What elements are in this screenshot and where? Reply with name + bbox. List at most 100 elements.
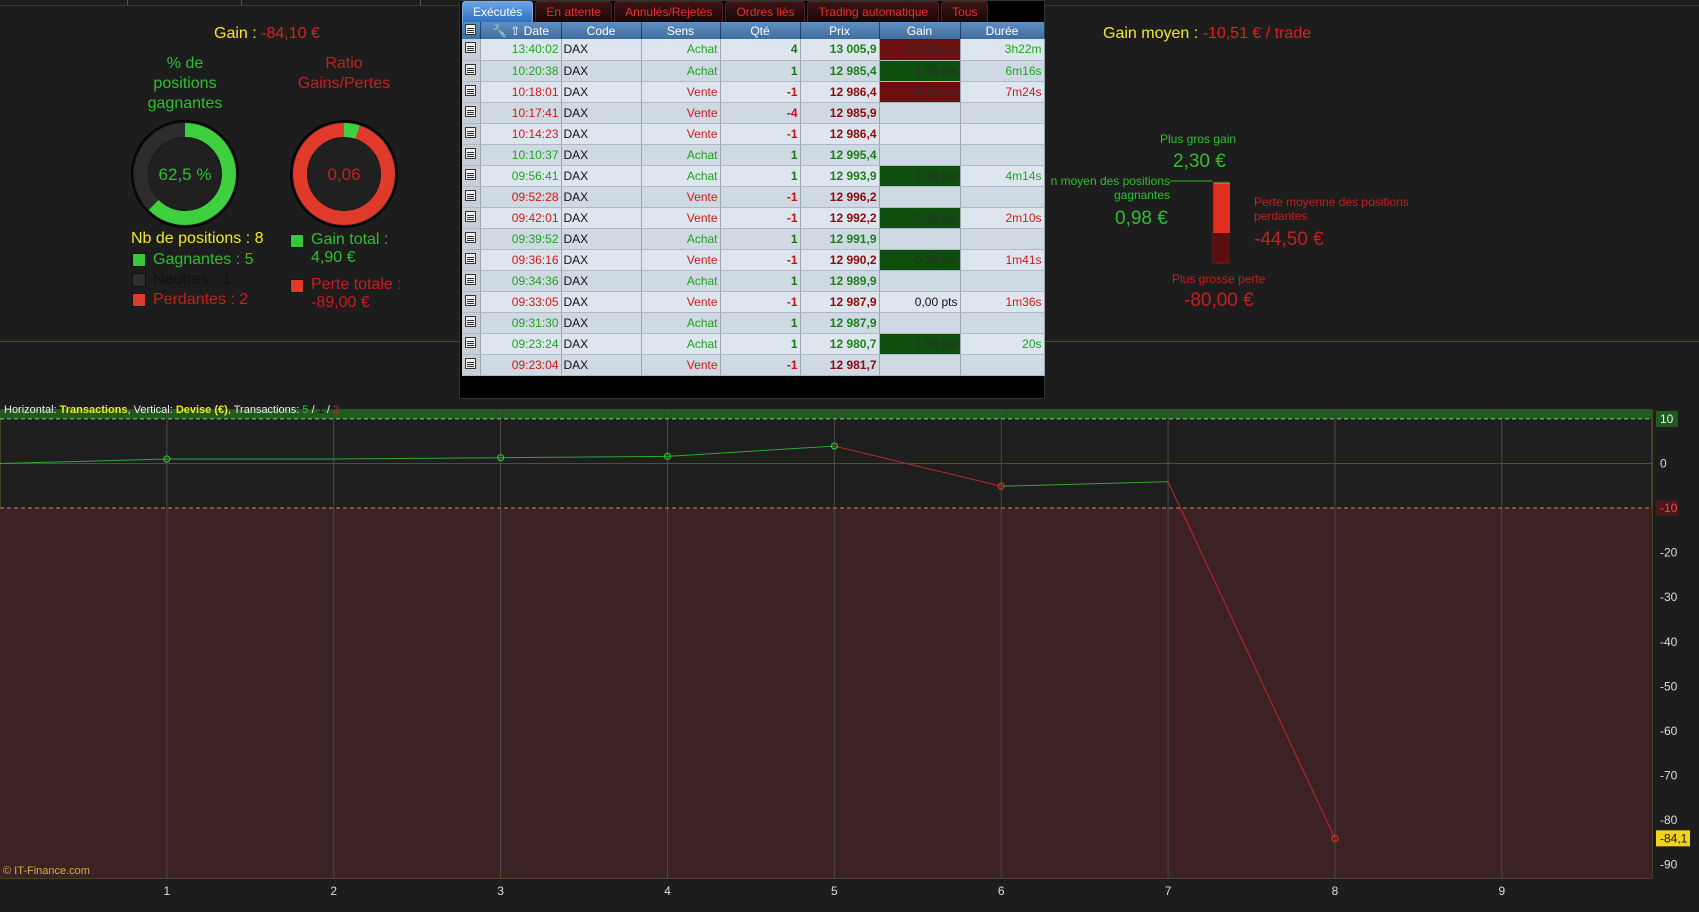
cell-gain: 0,30 pts (879, 249, 961, 271)
table-row[interactable]: 09:39:52 DAX Achat 1 12 991,9 (462, 228, 1045, 250)
cell-gain (879, 270, 961, 292)
green-square-icon (290, 234, 304, 248)
row-detail-icon[interactable] (462, 354, 481, 376)
column-header-duree[interactable]: Durée (960, 22, 1045, 39)
table-row[interactable]: 09:34:36 DAX Achat 1 12 989,9 (462, 270, 1045, 292)
cell-gain: -80,00 pts (879, 39, 961, 61)
chart-vertical-value: Devise (€) (175, 404, 228, 416)
row-detail-icon[interactable] (462, 60, 481, 82)
cell-time: 10:18:01 (480, 81, 562, 103)
x-tick-label: 1 (164, 884, 171, 898)
y-tick-label: -30 (1660, 590, 1678, 604)
chart-info: Horizontal: Transactions, Vertical: Devi… (4, 404, 340, 416)
tab-annules-rejetes[interactable]: Annulés/Rejetés (614, 1, 724, 22)
cell-duree: 1m36s (960, 291, 1045, 313)
cell-time: 10:10:37 (480, 144, 562, 166)
cell-qte: -1 (720, 249, 801, 271)
row-detail-icon[interactable] (462, 81, 481, 103)
nb-positions: Nb de positions : 8 (131, 230, 264, 247)
y-tick-label: -50 (1660, 679, 1678, 693)
row-detail-icon[interactable] (462, 207, 481, 229)
row-detail-icon[interactable] (462, 123, 481, 145)
y-tick-label: 10 (1660, 412, 1674, 426)
x-tick-label: 8 (1332, 884, 1339, 898)
cell-sens: Vente (641, 186, 721, 208)
cell-code: DAX (561, 60, 642, 82)
row-detail-icon[interactable] (462, 228, 481, 250)
column-header-prix[interactable]: Prix (800, 22, 880, 39)
column-header-sens[interactable]: Sens (641, 22, 721, 39)
pct-win-label-line: gagnantes (147, 95, 223, 112)
cell-duree (960, 186, 1045, 208)
document-icon (465, 189, 477, 201)
table-row[interactable]: 13:40:02 DAX Achat 4 13 005,9 -80,00 pts 3h22m (462, 39, 1045, 61)
chart-transactions-label: Transactions: (233, 404, 300, 416)
column-header-code[interactable]: Code (561, 22, 642, 39)
cell-qte: -1 (720, 186, 801, 208)
table-row[interactable]: 09:52:28 DAX Vente -1 12 996,2 (462, 186, 1045, 208)
tab-tous[interactable]: Tous (941, 1, 989, 22)
gain-value: -84,10 € (261, 25, 320, 42)
table-row[interactable]: 09:36:16 DAX Vente -1 12 990,2 0,30 pts 1m41s (462, 249, 1045, 271)
document-icon (465, 294, 477, 306)
table-header: 🔧 ⇧ Date Code Sens Qté Prix Gain Durée (462, 22, 1045, 39)
cell-qte: 1 (720, 312, 801, 334)
cell-duree (960, 354, 1045, 376)
row-detail-icon[interactable] (462, 165, 481, 187)
cell-sens: Achat (641, 312, 721, 334)
gain-label: Gain : (214, 25, 257, 42)
equity-chart-svg: 1 2 3 4 5 6 7 8 9 10 0 -10 -20 -30 -40 -50 -60 -70 -80 -90 -… (0, 409, 1690, 898)
tab-executes[interactable]: Exécutés (462, 1, 534, 22)
cell-duree (960, 123, 1045, 145)
column-header-qte[interactable]: Qté (720, 22, 801, 39)
plus-gros-gain-value: 2,30 € (1173, 151, 1226, 172)
table-row[interactable]: 09:42:01 DAX Vente -1 12 992,2 0,30 pts 2m10s (462, 207, 1045, 229)
legend-gagnantes: Gagnantes : 5 (132, 251, 254, 269)
table-row[interactable]: 09:23:04 DAX Vente -1 12 981,7 (462, 354, 1045, 376)
y-tick-label: -10 (1660, 501, 1678, 515)
row-detail-icon[interactable] (462, 186, 481, 208)
cell-duree (960, 270, 1045, 292)
cell-code: DAX (561, 249, 642, 271)
gain-summary: Gain : -84,10 € (214, 25, 320, 43)
table-row[interactable]: 09:23:24 DAX Achat 1 12 980,7 1,00 pts 20s (462, 333, 1045, 355)
table-row[interactable]: 09:31:30 DAX Achat 1 12 987,9 (462, 312, 1045, 334)
tab-trading-automatique[interactable]: Trading automatique (807, 1, 940, 22)
table-row[interactable]: 10:20:38 DAX Achat 1 12 985,4 1,00 pts 6m16s (462, 60, 1045, 82)
gain-total-label: Gain total : (311, 231, 389, 248)
cell-duree (960, 144, 1045, 166)
cell-code: DAX (561, 354, 642, 376)
table-row[interactable]: 10:14:23 DAX Vente -1 12 986,4 (462, 123, 1045, 145)
tab-en-attente[interactable]: En attente (535, 1, 613, 22)
row-detail-icon[interactable] (462, 291, 481, 313)
red-square-icon (132, 293, 146, 307)
legend-perdantes: Perdantes : 2 (132, 291, 248, 309)
column-header-date[interactable]: 🔧 ⇧ Date (480, 22, 562, 39)
tab-ordres-lies[interactable]: Ordres liés (725, 1, 806, 22)
row-detail-icon[interactable] (462, 39, 481, 61)
red-square-icon (290, 279, 304, 293)
row-detail-icon[interactable] (462, 312, 481, 334)
gain-total-text: Gain total : 4,90 € (311, 231, 388, 267)
cell-prix: 12 987,9 (800, 312, 880, 334)
row-detail-icon[interactable] (462, 333, 481, 355)
document-icon (465, 147, 477, 159)
table-row[interactable]: 09:33:05 DAX Vente -1 12 987,9 0,00 pts 1m36s (462, 291, 1045, 313)
column-header-icon[interactable] (462, 22, 481, 39)
row-detail-icon[interactable] (462, 270, 481, 292)
row-detail-icon[interactable] (462, 102, 481, 124)
table-row[interactable]: 10:17:41 DAX Vente -4 12 985,9 (462, 102, 1045, 124)
column-header-gain[interactable]: Gain (879, 22, 961, 39)
cell-sens: Vente (641, 249, 721, 271)
document-icon (465, 63, 477, 75)
row-detail-icon[interactable] (462, 144, 481, 166)
cell-gain: 0,30 pts (879, 207, 961, 229)
table-row[interactable]: 09:56:41 DAX Achat 1 12 993,9 2,30 pts 4m14s (462, 165, 1045, 187)
cell-code: DAX (561, 81, 642, 103)
gray-square-icon (132, 273, 146, 287)
table-row[interactable]: 10:18:01 DAX Vente -1 12 986,4 -9,00 pts 7m24s (462, 81, 1045, 103)
column-header-date-label: Date (523, 23, 550, 38)
gain-moyen-label: Gain moyen : (1103, 25, 1199, 42)
table-row[interactable]: 10:10:37 DAX Achat 1 12 995,4 (462, 144, 1045, 166)
row-detail-icon[interactable] (462, 249, 481, 271)
